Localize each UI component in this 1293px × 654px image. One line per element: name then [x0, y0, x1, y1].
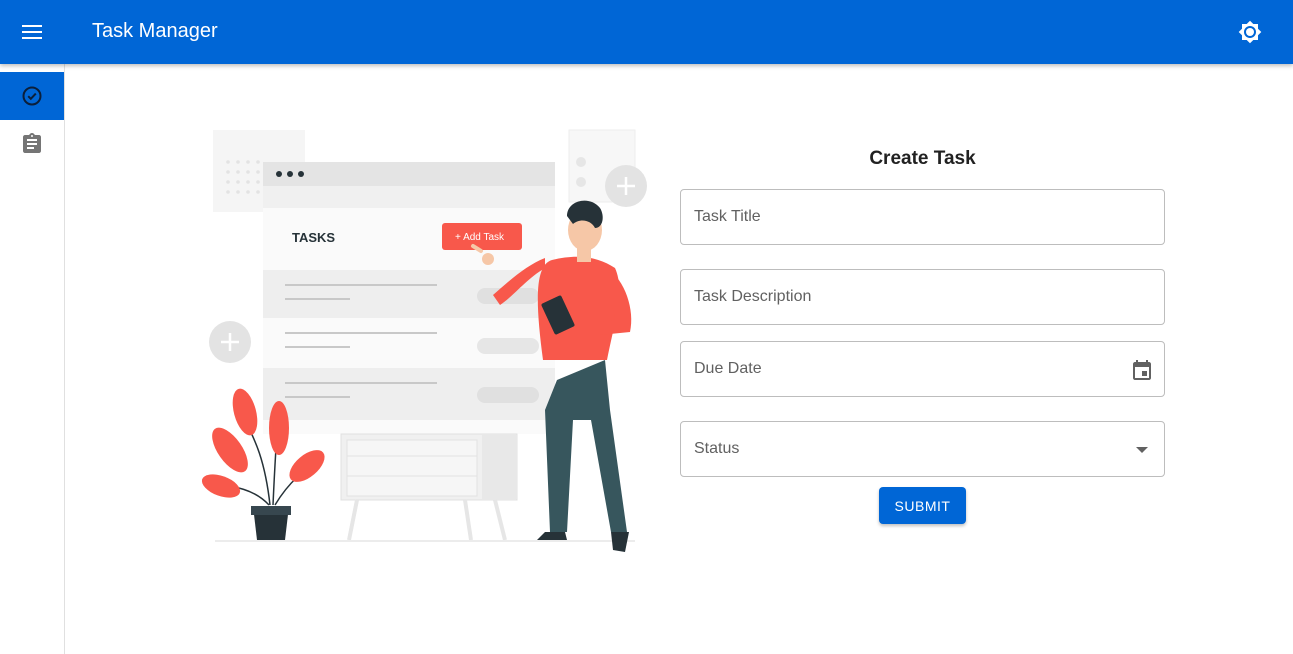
form-title: Create Task — [869, 148, 976, 169]
task-illustration: TASKS + Add Task — [201, 129, 647, 552]
board-title: TASKS — [292, 230, 335, 245]
sidebar-item-task-list[interactable] — [0, 120, 64, 168]
task-description-field[interactable]: Task Description — [680, 269, 1165, 325]
board-add-button-label: + Add Task — [455, 232, 505, 243]
due-date-field[interactable]: Due Date — [680, 341, 1165, 397]
status-select[interactable]: Status — [680, 421, 1165, 477]
task-title-placeholder: Task Title — [694, 208, 761, 225]
sidebar-item-create-task[interactable] — [0, 72, 64, 120]
app-bar: Task Manager — [0, 0, 1293, 64]
task-title-field[interactable]: Task Title — [680, 189, 1165, 245]
task-description-placeholder: Task Description — [694, 288, 812, 305]
menu-button[interactable] — [12, 12, 52, 52]
submit-button[interactable]: SUBMIT — [879, 487, 966, 524]
arrow-drop-down-icon — [1136, 447, 1148, 453]
sidebar — [0, 64, 65, 654]
check-circle-icon — [22, 86, 42, 106]
dropdown-arrow — [1130, 438, 1154, 462]
menu-icon — [22, 25, 42, 39]
status-placeholder: Status — [694, 440, 740, 457]
app-title: Task Manager — [92, 20, 218, 42]
brightness-icon — [1238, 20, 1262, 44]
clipboard-icon — [23, 133, 41, 153]
theme-toggle-button[interactable] — [1230, 12, 1270, 52]
calendar-icon — [1133, 360, 1151, 380]
due-date-placeholder: Due Date — [694, 360, 762, 377]
calendar-button[interactable] — [1130, 358, 1154, 382]
